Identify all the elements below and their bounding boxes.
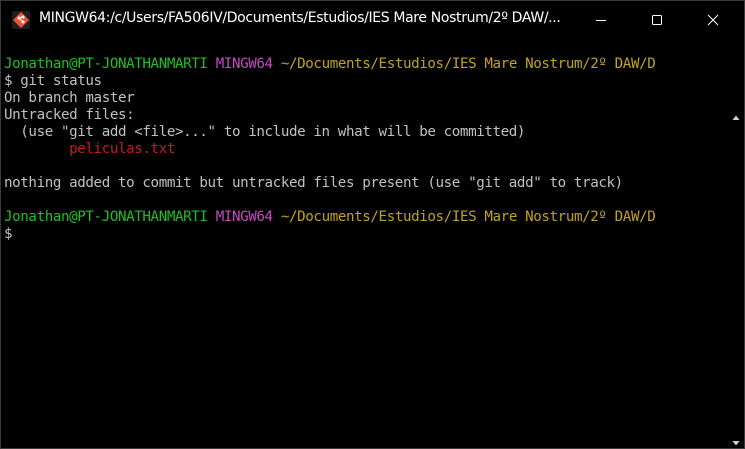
- prompt-path: ~/Documents/Estudios/IES Mare Nostrum/2º…: [280, 209, 656, 225]
- prompt-line-1: Jonathan@PT-JONATHANMARTI MINGW64 ~/Docu…: [4, 56, 656, 73]
- minimize-icon: [595, 11, 607, 30]
- prompt-shell: MINGW64: [215, 209, 273, 225]
- prompt-user-host: Jonathan@PT-JONATHANMARTI: [4, 56, 208, 72]
- close-button[interactable]: [690, 1, 736, 39]
- untracked-file: peliculas.txt: [4, 141, 175, 157]
- output-line: On branch master: [4, 90, 135, 106]
- window-title: MINGW64:/c/Users/FA506IV/Documents/Estud…: [39, 10, 561, 26]
- status-summary: nothing added to commit but untracked fi…: [4, 175, 623, 191]
- prompt-user-host: Jonathan@PT-JONATHANMARTI: [4, 209, 208, 225]
- prompt-path: ~/Documents/Estudios/IES Mare Nostrum/2º…: [280, 56, 656, 72]
- prompt-symbol: $: [4, 226, 13, 242]
- terminal-window: MINGW64:/c/Users/FA506IV/Documents/Estud…: [0, 0, 745, 449]
- output-line: (use "git add <file>..." to include in w…: [4, 124, 526, 140]
- minimize-button[interactable]: [578, 1, 624, 39]
- terminal-output[interactable]: Jonathan@PT-JONATHANMARTI MINGW64 ~/Docu…: [1, 39, 728, 448]
- command-line: $ git status: [4, 73, 102, 89]
- scroll-up-icon[interactable]: [732, 107, 740, 120]
- current-prompt[interactable]: $: [4, 226, 13, 243]
- maximize-button[interactable]: [634, 1, 680, 39]
- vertical-scrollbar[interactable]: [728, 39, 744, 448]
- maximize-icon: [651, 11, 663, 30]
- title-bar[interactable]: MINGW64:/c/Users/FA506IV/Documents/Estud…: [1, 1, 744, 39]
- git-bash-icon: [12, 11, 30, 29]
- prompt-shell: MINGW64: [215, 56, 273, 72]
- scroll-down-icon[interactable]: [732, 432, 740, 446]
- close-icon: [707, 11, 719, 30]
- prompt-line-2: Jonathan@PT-JONATHANMARTI MINGW64 ~/Docu…: [4, 209, 656, 226]
- output-line: Untracked files:: [4, 107, 135, 123]
